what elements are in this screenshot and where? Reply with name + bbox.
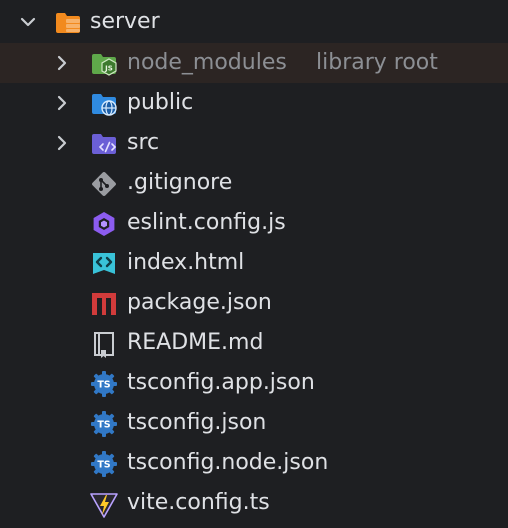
tree-label: tsconfig.app.json xyxy=(127,370,315,395)
tree-row-vite-config[interactable]: vite.config.ts xyxy=(0,483,508,523)
tsconfig-icon: TS xyxy=(91,451,117,477)
tree-label: index.html xyxy=(127,250,245,275)
chevron-right-icon[interactable] xyxy=(52,93,72,113)
tree-label: .gitignore xyxy=(127,170,233,195)
tsconfig-icon: TS xyxy=(91,411,117,437)
tree-label: README.md xyxy=(127,330,264,355)
tree-label: package.json xyxy=(127,290,272,315)
svg-text:TS: TS xyxy=(97,460,110,471)
tsconfig-icon: TS xyxy=(91,371,117,397)
folder-src-code-icon xyxy=(92,134,117,154)
tree-row-tsconfig-app[interactable]: TS tsconfig.app.json xyxy=(0,363,508,403)
html-icon xyxy=(93,253,115,274)
tree-row-readme[interactable]: README.md xyxy=(0,323,508,363)
tree-row-tsconfig-node[interactable]: TS tsconfig.node.json xyxy=(0,443,508,483)
chevron-right-icon[interactable] xyxy=(52,133,72,153)
git-icon xyxy=(92,172,116,196)
svg-text:TS: TS xyxy=(97,380,110,391)
tree-row-node-modules[interactable]: JS node_modules library root xyxy=(0,43,508,83)
tree-label: public xyxy=(127,90,194,115)
folder-public-globe-icon xyxy=(92,94,117,116)
npm-icon xyxy=(92,293,116,315)
tree-label: server xyxy=(90,9,160,34)
tree-label: node_modules xyxy=(127,50,287,75)
tree-row-server[interactable]: server xyxy=(0,2,508,42)
svg-text:TS: TS xyxy=(97,420,110,431)
vite-icon xyxy=(90,493,118,518)
eslint-icon xyxy=(93,212,115,236)
chevron-right-icon[interactable] xyxy=(52,53,72,73)
tree-label: eslint.config.js xyxy=(127,210,286,235)
tree-row-index-html[interactable]: index.html xyxy=(0,243,508,283)
folder-node-js-icon: JS xyxy=(92,54,117,76)
tree-row-eslint-config[interactable]: eslint.config.js xyxy=(0,203,508,243)
tree-row-tsconfig[interactable]: TS tsconfig.json xyxy=(0,403,508,443)
tree-label: tsconfig.json xyxy=(127,410,267,435)
tree-row-gitignore[interactable]: .gitignore xyxy=(0,163,508,203)
readme-book-icon xyxy=(94,332,114,358)
folder-server-icon xyxy=(56,13,80,33)
library-root-hint: library root xyxy=(316,50,438,75)
tree-label: vite.config.ts xyxy=(127,490,270,515)
tree-label: tsconfig.node.json xyxy=(127,450,329,475)
tree-label: src xyxy=(127,130,160,155)
chevron-down-icon[interactable] xyxy=(18,12,38,32)
tree-row-src[interactable]: src xyxy=(0,123,508,163)
svg-text:JS: JS xyxy=(104,65,113,73)
tree-row-package-json[interactable]: package.json xyxy=(0,283,508,323)
project-tree: server JS node_modules library root publ… xyxy=(0,0,508,528)
tree-row-public[interactable]: public xyxy=(0,83,508,123)
